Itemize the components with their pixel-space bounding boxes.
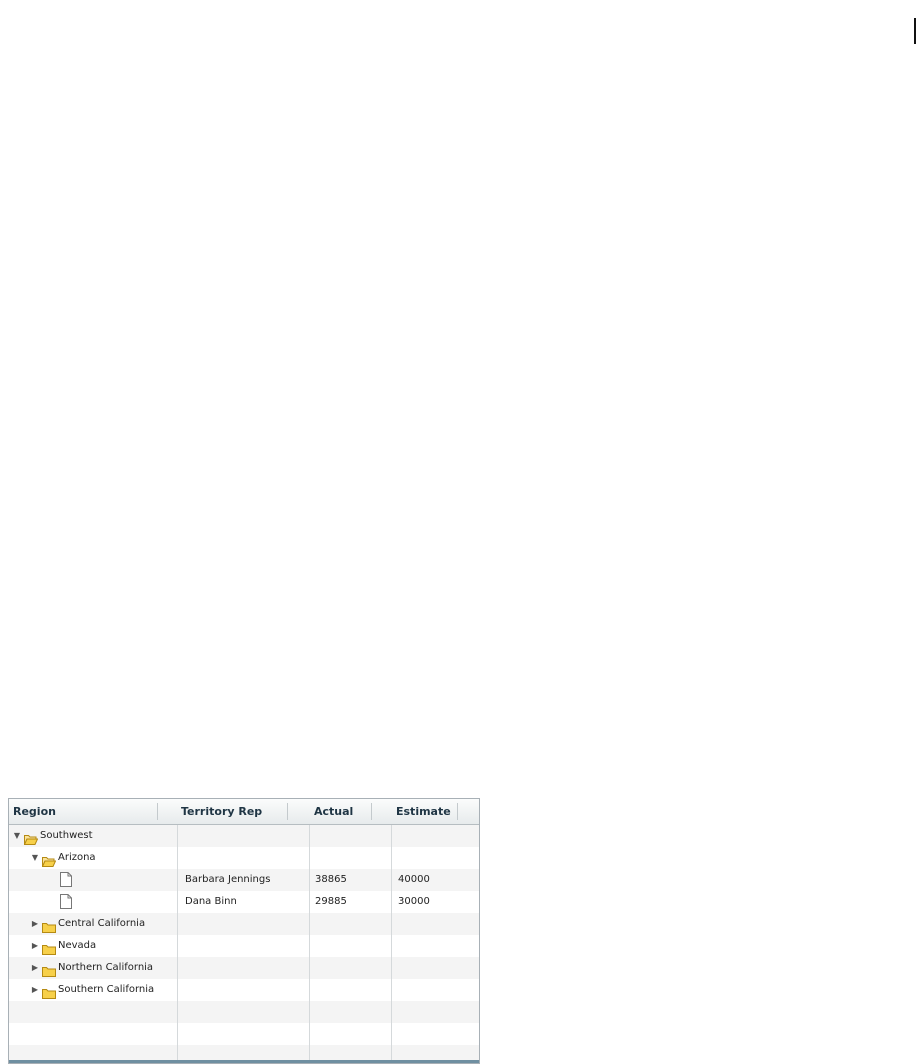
actual-cell: 29885	[315, 896, 347, 907]
folder-open-icon	[23, 830, 39, 845]
tree-grid: Region Territory Rep Actual Estimate ▼ So…	[8, 798, 480, 1064]
triangle-right-icon[interactable]: ▶	[30, 935, 40, 957]
region-label: Nevada	[58, 940, 97, 951]
tree-row[interactable]: ▶ Southern California	[9, 979, 479, 1001]
triangle-right-icon[interactable]: ▶	[30, 913, 40, 935]
tree-row[interactable]: ▶ Northern California	[9, 957, 479, 979]
column-resize-handle[interactable]	[157, 803, 158, 820]
folder-icon	[42, 940, 56, 955]
folder-icon	[42, 962, 56, 977]
grid-footer-bar	[9, 1060, 479, 1063]
column-divider	[177, 825, 178, 1063]
column-header-actual[interactable]: Actual	[310, 799, 392, 824]
territory-rep-cell: Barbara Jennings	[185, 874, 271, 885]
triangle-right-icon[interactable]: ▶	[30, 979, 40, 1001]
folder-icon	[42, 918, 56, 933]
empty-row	[9, 1023, 479, 1045]
empty-row	[9, 1001, 479, 1023]
column-header-territory-rep[interactable]: Territory Rep	[177, 799, 308, 824]
territory-rep-cell: Dana Binn	[185, 896, 237, 907]
actual-cell: 38865	[315, 874, 347, 885]
column-divider	[309, 825, 310, 1063]
estimate-cell: 40000	[398, 874, 430, 885]
tree-row[interactable]: Dana Binn 29885 30000	[9, 891, 479, 913]
tree-row[interactable]: ▼ Southwest	[9, 825, 479, 847]
document-icon	[60, 894, 72, 909]
triangle-down-icon[interactable]: ▼	[12, 825, 22, 847]
column-resize-handle[interactable]	[457, 803, 458, 820]
column-divider	[391, 825, 392, 1063]
region-label: Southwest	[40, 830, 93, 841]
tree-row[interactable]: ▼ Arizona	[9, 847, 479, 869]
region-label: Northern California	[58, 962, 154, 973]
tree-row[interactable]: ▶ Central California	[9, 913, 479, 935]
triangle-right-icon[interactable]: ▶	[30, 957, 40, 979]
triangle-down-icon[interactable]: ▼	[30, 847, 40, 869]
region-label: Southern California	[58, 984, 155, 995]
folder-icon	[42, 984, 56, 999]
region-label: Arizona	[58, 852, 96, 863]
tree-row[interactable]: Barbara Jennings 38865 40000	[9, 869, 479, 891]
estimate-cell: 30000	[398, 896, 430, 907]
document-icon	[60, 872, 72, 887]
grid-header: Region Territory Rep Actual Estimate	[9, 799, 479, 825]
folder-open-icon	[41, 852, 57, 867]
column-header-region[interactable]: Region	[9, 799, 177, 824]
region-label: Central California	[58, 918, 146, 929]
tree-row[interactable]: ▶ Nevada	[9, 935, 479, 957]
column-resize-handle[interactable]	[371, 803, 372, 820]
column-resize-handle[interactable]	[287, 803, 288, 820]
column-header-estimate[interactable]: Estimate	[392, 799, 479, 824]
